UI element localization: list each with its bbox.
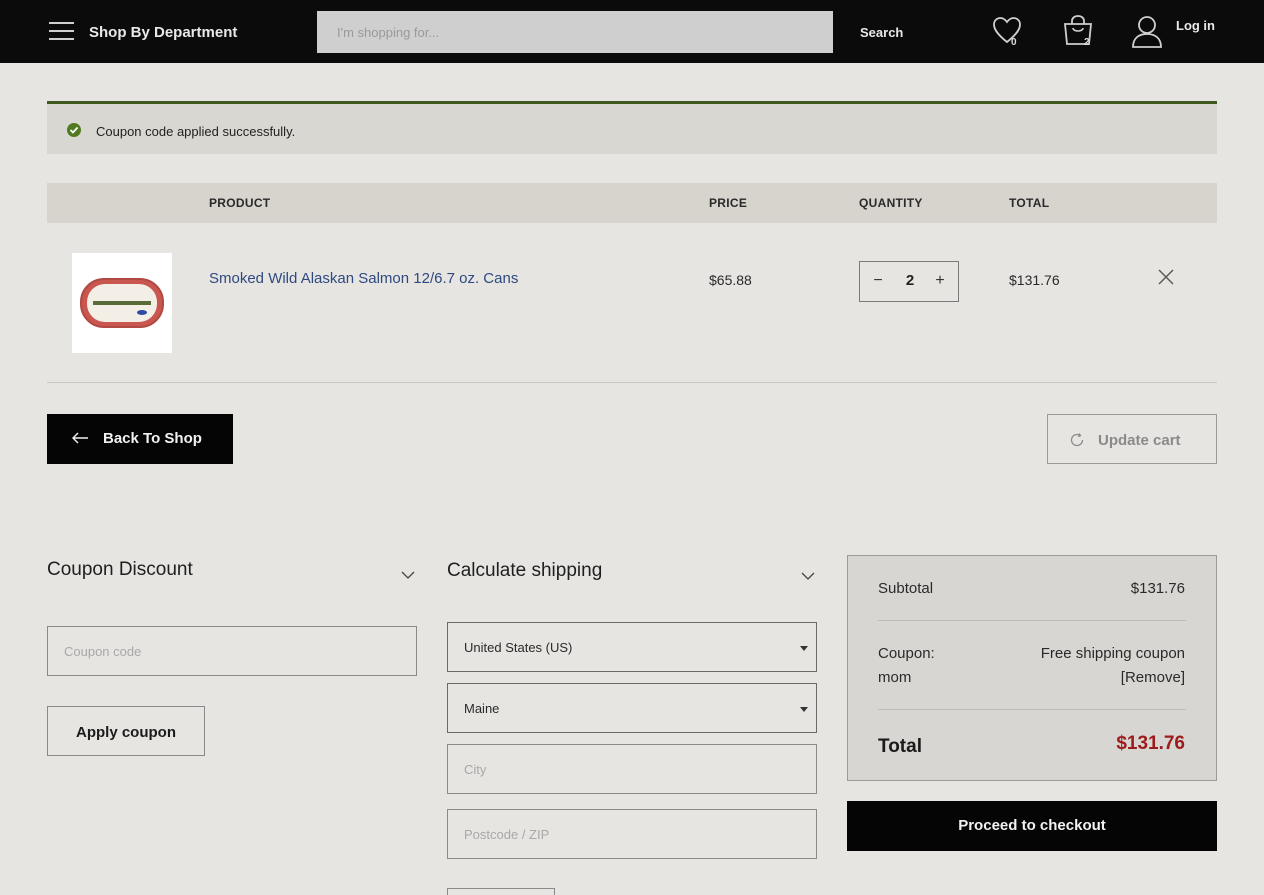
cart-totals-box: Subtotal $131.76 Coupon: mom Free shippi… (847, 555, 1217, 781)
cart-table-header: PRODUCT PRICE QUANTITY TOTAL (47, 183, 1217, 223)
state-select[interactable]: Maine (447, 683, 817, 733)
apply-coupon-label: Apply coupon (76, 724, 176, 741)
notice-message: Coupon code applied successfully. (96, 124, 296, 139)
back-to-shop-button[interactable]: Back To Shop (47, 414, 233, 464)
search-input[interactable] (317, 11, 833, 53)
shop-by-department-link[interactable]: Shop By Department (89, 24, 237, 41)
coupon-code-name: mom (878, 669, 912, 686)
user-icon[interactable] (1131, 15, 1163, 53)
quantity-input[interactable] (896, 272, 924, 289)
quantity-stepper: − + (859, 261, 959, 302)
remove-coupon-link[interactable]: [Remove] (1121, 669, 1185, 686)
country-value: United States (US) (464, 640, 573, 655)
shipping-section-title: Calculate shipping (447, 560, 603, 581)
column-total: TOTAL (1009, 196, 1050, 210)
coupon-label: Coupon: (878, 645, 935, 662)
total-value: $131.76 (1116, 733, 1185, 754)
dropdown-caret-icon (800, 707, 808, 712)
chevron-down-icon[interactable] (801, 567, 815, 585)
back-to-shop-label: Back To Shop (103, 430, 202, 447)
product-thumbnail[interactable] (72, 253, 172, 353)
success-notice: Coupon code applied successfully. (47, 101, 1217, 154)
search-button[interactable]: Search (860, 25, 903, 40)
menu-icon[interactable] (49, 22, 74, 42)
country-select[interactable]: United States (US) (447, 622, 817, 672)
total-label: Total (878, 736, 922, 757)
remove-item-icon[interactable] (1157, 268, 1175, 291)
refresh-icon (1070, 433, 1084, 447)
proceed-to-checkout-button[interactable]: Proceed to checkout (847, 801, 1217, 851)
subtotal-value: $131.76 (1130, 580, 1185, 597)
divider (878, 620, 1186, 621)
login-link[interactable]: Log in (1176, 18, 1215, 33)
chevron-down-icon[interactable] (401, 566, 415, 584)
update-cart-button[interactable]: Update cart (1047, 414, 1217, 464)
line-total: $131.76 (1009, 272, 1060, 288)
postcode-input[interactable] (447, 809, 817, 859)
coupon-value: Free shipping coupon (1040, 645, 1185, 662)
wishlist-count: 0 (1011, 37, 1017, 48)
salmon-can-image (80, 278, 164, 328)
top-header: Shop By Department Search 0 2 Log in (0, 0, 1264, 63)
apply-coupon-button[interactable]: Apply coupon (47, 706, 205, 756)
subtotal-label: Subtotal (878, 580, 934, 597)
cart-count: 2 (1084, 37, 1090, 48)
column-quantity: QUANTITY (859, 196, 923, 210)
coupon-section-title: Coupon Discount (47, 559, 193, 580)
check-circle-icon (67, 123, 81, 137)
update-shipping-button[interactable] (447, 888, 555, 895)
arrow-left-icon (72, 432, 88, 444)
city-input[interactable] (447, 744, 817, 794)
quantity-decrease-button[interactable]: − (870, 272, 886, 290)
divider (878, 709, 1186, 710)
dropdown-caret-icon (800, 646, 808, 651)
cart-item-row: Smoked Wild Alaskan Salmon 12/6.7 oz. Ca… (47, 223, 1217, 383)
update-cart-label: Update cart (1098, 432, 1181, 449)
state-value: Maine (464, 701, 500, 716)
column-product: PRODUCT (209, 196, 271, 210)
wishlist-icon[interactable] (992, 16, 1022, 49)
product-name-link[interactable]: Smoked Wild Alaskan Salmon 12/6.7 oz. Ca… (209, 270, 518, 287)
column-price: PRICE (709, 196, 748, 210)
quantity-increase-button[interactable]: + (932, 272, 948, 290)
coupon-code-input[interactable] (47, 626, 417, 676)
product-price: $65.88 (709, 272, 752, 288)
checkout-label: Proceed to checkout (958, 817, 1106, 834)
